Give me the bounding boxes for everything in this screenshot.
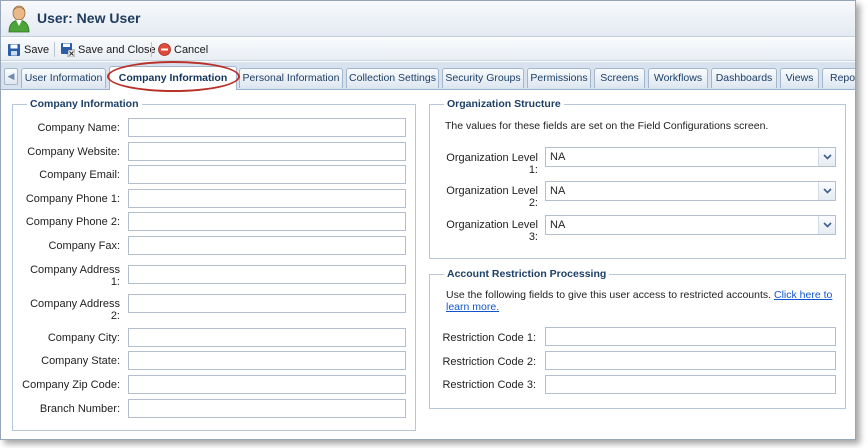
restriction-code-2-label: Restriction Code 2: <box>442 356 536 368</box>
save-label: Save <box>24 43 50 56</box>
save-close-icon <box>61 43 75 57</box>
organization-level-2-select[interactable]: NA <box>545 181 836 201</box>
tab-strip: ◀ User Information Company Information P… <box>1 62 855 90</box>
cancel-button[interactable]: Cancel <box>158 41 208 58</box>
company-website-input[interactable] <box>128 142 406 161</box>
company-email-input[interactable] <box>128 165 406 184</box>
cancel-icon <box>158 43 171 56</box>
restriction-code-1-label: Restriction Code 1: <box>442 332 536 344</box>
account-restriction-note: Use the following fields to give this us… <box>446 289 836 313</box>
toolbar: Save Save and Close Cancel <box>1 38 855 61</box>
company-state-label: Company State: <box>41 355 120 367</box>
tab-personal-information[interactable]: Personal Information <box>239 68 343 88</box>
restriction-code-2-input[interactable] <box>545 351 836 370</box>
save-and-close-label: Save and Close <box>78 43 156 56</box>
organization-structure-legend: Organization Structure <box>444 98 564 110</box>
company-city-label: Company City: <box>47 332 120 344</box>
tab-dashboards[interactable]: Dashboards <box>711 68 777 88</box>
branch-number-label: Branch Number: <box>39 403 120 415</box>
branch-number-input[interactable] <box>128 399 406 418</box>
company-name-input[interactable] <box>128 118 406 137</box>
user-editor-window: User: New User Save Save and Close Cance… <box>0 0 856 440</box>
company-phone-2-label: Company Phone 2: <box>25 216 120 228</box>
organization-level-1-label: Organization Level 1: <box>446 152 538 176</box>
tab-screens[interactable]: Screens <box>594 68 645 88</box>
organization-level-2-value: NA <box>550 185 566 197</box>
account-restriction-legend: Account Restriction Processing <box>444 268 610 280</box>
organization-structure-note: The values for these fields are set on t… <box>445 120 769 132</box>
cancel-label: Cancel <box>174 43 209 56</box>
toolbar-separator <box>151 42 152 57</box>
floppy-disk-icon <box>8 43 20 56</box>
save-button[interactable]: Save <box>7 41 49 58</box>
account-restriction-note-text: Use the following fields to give this us… <box>446 289 772 301</box>
company-address-1-input[interactable] <box>128 265 406 284</box>
company-zip-code-label: Company Zip Code: <box>22 379 120 391</box>
company-phone-1-input[interactable] <box>128 189 406 208</box>
chevron-down-icon[interactable] <box>818 182 835 200</box>
tab-scroll-left-button[interactable]: ◀ <box>4 68 18 85</box>
title-bar: User: New User <box>1 1 855 37</box>
tab-security-groups[interactable]: Security Groups <box>442 68 524 88</box>
save-and-close-button[interactable]: Save and Close <box>60 41 156 58</box>
company-zip-code-input[interactable] <box>128 375 406 394</box>
tab-workflows[interactable]: Workflows <box>648 68 708 88</box>
organization-level-3-select[interactable]: NA <box>545 215 836 235</box>
company-phone-1-label: Company Phone 1: <box>25 193 120 205</box>
tab-collection-settings[interactable]: Collection Settings <box>346 68 439 88</box>
tab-views[interactable]: Views <box>780 68 819 88</box>
company-phone-2-input[interactable] <box>128 212 406 231</box>
organization-level-3-value: NA <box>550 219 566 231</box>
company-address-2-input[interactable] <box>128 294 406 313</box>
restriction-code-3-label: Restriction Code 3: <box>442 379 536 391</box>
company-address-1-label: Company Address 1: <box>30 264 120 288</box>
window-title: User: New User <box>37 10 141 26</box>
tab-user-information[interactable]: User Information <box>21 68 106 88</box>
company-information-legend: Company Information <box>27 98 142 110</box>
organization-level-2-label: Organization Level 2: <box>446 185 538 209</box>
organization-level-1-value: NA <box>550 151 566 163</box>
toolbar-separator <box>54 42 55 57</box>
company-name-label: Company Name: <box>37 122 120 134</box>
tab-reports[interactable]: Repor <box>822 68 855 88</box>
restriction-code-3-input[interactable] <box>545 375 836 394</box>
organization-level-3-label: Organization Level 3: <box>446 219 538 243</box>
restriction-code-1-input[interactable] <box>545 327 836 346</box>
company-fax-label: Company Fax: <box>48 240 120 252</box>
company-website-label: Company Website: <box>27 146 120 158</box>
company-fax-input[interactable] <box>128 236 406 255</box>
tab-permissions[interactable]: Permissions <box>527 68 591 88</box>
user-icon <box>8 5 30 33</box>
tab-company-information[interactable]: Company Information <box>109 66 237 90</box>
chevron-down-icon[interactable] <box>818 148 835 166</box>
organization-level-1-select[interactable]: NA <box>545 147 836 167</box>
chevron-down-icon[interactable] <box>818 216 835 234</box>
company-state-input[interactable] <box>128 351 406 370</box>
company-city-input[interactable] <box>128 328 406 347</box>
company-address-2-label: Company Address 2: <box>30 298 120 322</box>
company-email-label: Company Email: <box>39 169 120 181</box>
